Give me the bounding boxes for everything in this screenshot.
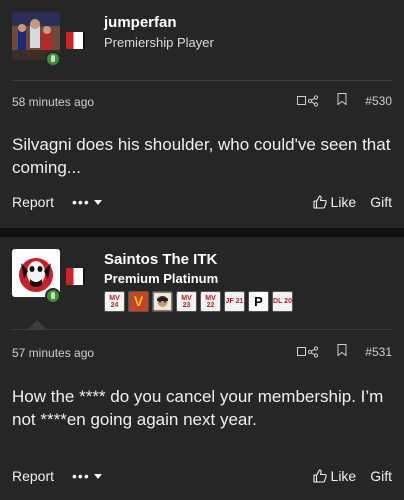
post-meta-icons: #531: [297, 344, 392, 359]
chevron-down-icon: [93, 199, 102, 205]
badge-mv23[interactable]: MV 23: [176, 291, 197, 312]
bookmark-icon[interactable]: [337, 93, 347, 108]
badge-mv24[interactable]: MV 24: [104, 291, 125, 312]
username[interactable]: jumperfan: [104, 14, 177, 31]
badge-v[interactable]: V: [128, 291, 149, 312]
badge-list: MV 24 V MV 23 MV 22 JF 21 P DL 20: [104, 291, 293, 312]
like-button[interactable]: Like: [312, 194, 357, 210]
club-flag-icon: [66, 268, 85, 285]
share-icon[interactable]: [297, 345, 319, 358]
badge-dl20[interactable]: DL 20: [272, 291, 293, 312]
username[interactable]: Saintos The ITK: [104, 251, 217, 268]
like-label: Like: [330, 194, 357, 210]
post-530: jumperfan Premiership Player 58 minutes …: [0, 0, 404, 228]
post-timestamp[interactable]: 58 minutes ago: [12, 95, 94, 109]
badge-face-icon[interactable]: [152, 291, 173, 312]
thumbs-up-icon: [312, 195, 327, 209]
post-number[interactable]: #531: [365, 345, 392, 359]
divider: [12, 329, 392, 330]
post-timestamp[interactable]: 57 minutes ago: [12, 346, 94, 360]
like-button[interactable]: Like: [312, 468, 357, 484]
user-rank: Premiership Player: [104, 35, 214, 50]
thumbs-up-icon: [312, 469, 327, 483]
user-rank: Premium Platinum: [104, 271, 219, 286]
online-status-icon: [45, 51, 61, 67]
club-flag-icon: [66, 32, 85, 49]
more-actions-button[interactable]: •••: [72, 194, 102, 210]
badge-mv22[interactable]: MV 22: [200, 291, 221, 312]
report-button[interactable]: Report: [12, 194, 54, 210]
more-label: •••: [72, 194, 90, 210]
online-status-icon: [45, 288, 61, 304]
post-body: How the **** do you cancel your membersh…: [12, 387, 384, 429]
bookmark-icon[interactable]: [337, 344, 347, 359]
divider: [12, 80, 392, 81]
share-icon[interactable]: [297, 94, 319, 107]
more-label: •••: [72, 468, 90, 484]
like-label: Like: [330, 468, 357, 484]
post-number[interactable]: #530: [365, 94, 392, 108]
post-actions: Report ••• Like Gift: [12, 192, 392, 212]
post-body: Silvagni does his shoulder, who could've…: [12, 135, 391, 177]
gift-button[interactable]: Gift: [370, 194, 392, 210]
gift-button[interactable]: Gift: [370, 468, 392, 484]
more-actions-button[interactable]: •••: [72, 468, 102, 484]
post-meta-icons: #530: [297, 93, 392, 108]
badge-p[interactable]: P: [248, 291, 269, 312]
divider-notch: [28, 320, 46, 329]
badge-jf21[interactable]: JF 21: [224, 291, 245, 312]
chevron-down-icon: [93, 473, 102, 479]
post-actions: Report ••• Like Gift: [12, 466, 392, 486]
report-button[interactable]: Report: [12, 468, 54, 484]
